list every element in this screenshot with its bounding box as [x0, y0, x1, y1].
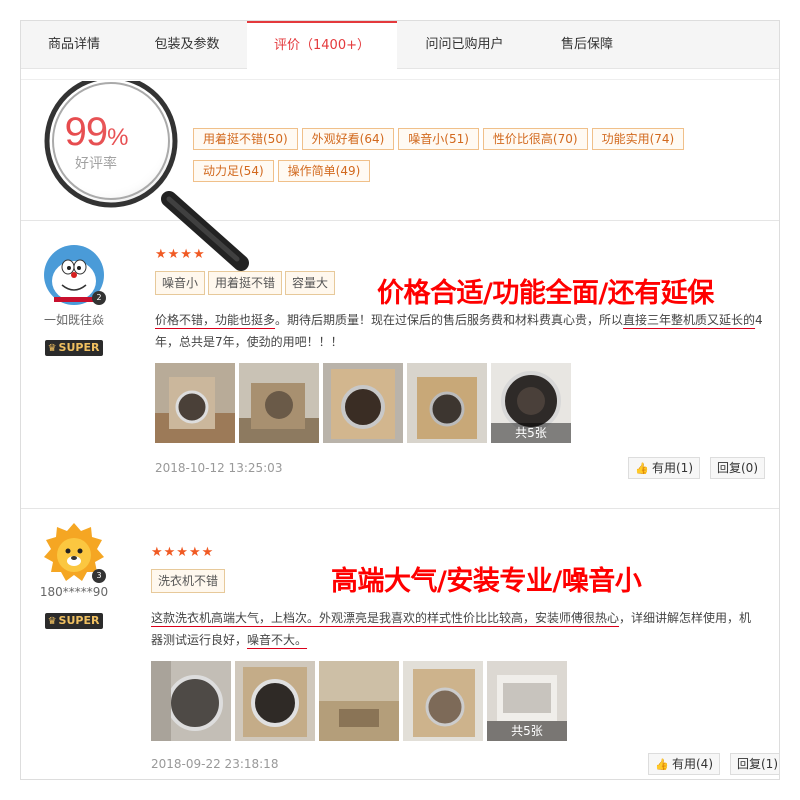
reviewer-name: 一如既往焱: [43, 313, 104, 327]
impression-tag[interactable]: 性价比很高(70): [482, 128, 588, 150]
tab-ask-buyers[interactable]: 问问已购用户: [397, 21, 532, 69]
positive-rate-label: 好评率: [75, 156, 117, 172]
avatar[interactable]: 2: [44, 245, 106, 305]
review-text-highlight: 噪音不大。: [247, 633, 308, 647]
reply-button[interactable]: 回复(0): [710, 457, 765, 479]
reviewer-name: 180*****90: [39, 585, 109, 599]
reply-button-label: 回复(1): [737, 757, 778, 771]
review-item: 3 180*****90 ♛ SUPER ★★★★★ 洗衣机不错 这款洗衣机高端大…: [21, 509, 779, 779]
reviewer: 2 一如既往焱 ♛ SUPER: [35, 245, 113, 356]
review-photo[interactable]: 共5张: [491, 363, 571, 443]
review-photo[interactable]: [155, 363, 235, 443]
review-panel: 商品详情 包装及参数 评价（1400+） 问问已购用户 售后保障 99% 好评率…: [20, 20, 780, 780]
avatar[interactable]: 3: [44, 523, 106, 583]
review-text-highlight: 直接三年整机质又延长的: [623, 313, 756, 327]
useful-button[interactable]: 👍 有用(1): [628, 457, 700, 479]
review-photo[interactable]: [407, 363, 487, 443]
crown-icon: ♛: [47, 616, 57, 627]
review-photo[interactable]: [403, 661, 483, 741]
tab-packaging-specs[interactable]: 包装及参数: [127, 21, 247, 69]
user-level-badge: 3: [92, 569, 106, 583]
review-summary: 99% 好评率 用着挺不错(50) 外观好看(64) 噪音小(51) 性价比很高(70…: [21, 79, 779, 221]
review-text-highlight: 价格不错，功能也挺多: [155, 313, 276, 327]
super-badge-label: SUPER: [58, 341, 100, 354]
star-rating: ★★★★: [155, 247, 206, 262]
useful-button-label: 有用(1): [652, 461, 693, 475]
review-headline: 价格合适/功能全面/还有延保: [377, 278, 714, 309]
tab-reviews[interactable]: 评价（1400+）: [247, 21, 397, 70]
tab-product-details[interactable]: 商品详情: [21, 21, 127, 69]
thumbs-up-icon: 👍: [655, 758, 669, 771]
impression-tag[interactable]: 操作简单(49): [277, 160, 371, 182]
review-photo[interactable]: 共5张: [487, 661, 567, 741]
impression-tag[interactable]: 动力足(54): [193, 160, 274, 182]
reply-button[interactable]: 回复(1): [730, 753, 779, 775]
review-photo[interactable]: [235, 661, 315, 741]
impression-tags: 用着挺不错(50) 外观好看(64) 噪音小(51) 性价比很高(70) 功能实用(74…: [193, 128, 753, 192]
impression-tag[interactable]: 外观好看(64): [301, 128, 395, 150]
review-meta: 2018-10-12 13:25:03 👍 有用(1) 回复(0): [155, 457, 765, 479]
useful-button-label: 有用(4): [672, 757, 713, 771]
review-photo[interactable]: [151, 661, 231, 741]
review-content: 价格不错，功能也挺多。期待后期质量！现在过保后的售后服务费和材料费真心贵，所以直…: [155, 309, 765, 353]
photo-count: 共5张: [487, 721, 567, 741]
review-tag: 容量大: [285, 271, 336, 295]
review-text-highlight: 这款洗衣机高端大气，上档次。外观漂亮是我喜欢的样式性价比比较高，安装师傅很热心: [151, 611, 620, 625]
impression-tag[interactable]: 用着挺不错(50): [193, 128, 298, 150]
positive-rate-value: 99%: [51, 110, 141, 155]
review-tag: 用着挺不错: [208, 271, 283, 295]
review-actions: 👍 有用(4) 回复(1): [648, 753, 779, 775]
super-badge: ♛ SUPER: [44, 340, 104, 356]
positive-rate: 99% 好评率: [51, 110, 141, 173]
impression-tag[interactable]: 功能实用(74): [591, 128, 685, 150]
review-photo[interactable]: [319, 661, 399, 741]
review-photo[interactable]: [323, 363, 403, 443]
review-text: 。期待后期质量！现在过保后的售后服务费和材料费真心贵，所以: [275, 313, 624, 327]
review-content: 这款洗衣机高端大气，上档次。外观漂亮是我喜欢的样式性价比比较高，安装师傅很热心，…: [151, 607, 761, 651]
rate-number: 99: [64, 110, 108, 154]
reply-button-label: 回复(0): [717, 461, 758, 475]
rate-percent-sign: %: [107, 124, 128, 151]
review-photos: 共5张: [155, 363, 765, 443]
crown-icon: ♛: [47, 343, 57, 354]
reviewer: 3 180*****90 ♛ SUPER: [35, 523, 113, 629]
review-headline: 高端大气/安装专业/噪音小: [331, 566, 642, 597]
tab-bar: 商品详情 包装及参数 评价（1400+） 问问已购用户 售后保障: [21, 21, 779, 70]
review-actions: 👍 有用(1) 回复(0): [628, 457, 765, 479]
thumbs-up-icon: 👍: [635, 462, 649, 475]
user-level-badge: 2: [92, 291, 106, 305]
review-item: 2 一如既往焱 ♛ SUPER ★★★★ 噪音小 用着挺不错 容量大 价格不错，功能也…: [21, 223, 779, 509]
review-tag: 噪音小: [155, 271, 206, 295]
review-photos: 共5张: [151, 661, 761, 741]
review-meta: 2018-09-22 23:18:18 👍 有用(4) 回复(1): [151, 753, 779, 775]
super-badge-label: SUPER: [58, 614, 100, 627]
impression-tag[interactable]: 噪音小(51): [398, 128, 479, 150]
photo-count: 共5张: [491, 423, 571, 443]
useful-button[interactable]: 👍 有用(4): [648, 753, 720, 775]
super-badge: ♛ SUPER: [44, 613, 104, 629]
review-photo[interactable]: [239, 363, 319, 443]
review-tag: 洗衣机不错: [151, 569, 226, 593]
tab-after-sales[interactable]: 售后保障: [532, 21, 642, 69]
